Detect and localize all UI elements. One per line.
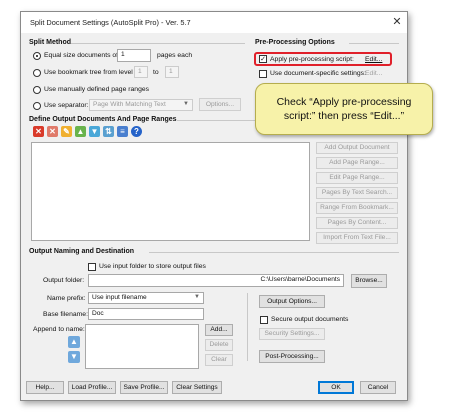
browse-button[interactable]: Browse... xyxy=(351,274,387,288)
radio-equal-size[interactable] xyxy=(33,52,41,60)
separator-select-value: Page With Matching Text xyxy=(93,101,166,108)
load-profile-button[interactable]: Load Profile... xyxy=(68,381,116,394)
separator-select[interactable]: Page With Matching Text ▼ xyxy=(89,99,193,111)
radio-separator[interactable] xyxy=(33,102,41,110)
naming-title: Output Naming and Destination xyxy=(29,248,134,255)
callout-line-2: script:” then press “Edit...” xyxy=(283,110,405,122)
separator-options-button[interactable]: Options... xyxy=(199,98,241,111)
secure-output-label: Secure output documents xyxy=(271,316,349,323)
base-filename-label: Base filename: xyxy=(43,311,88,318)
security-settings-button[interactable]: Security Settings... xyxy=(259,328,325,340)
divider xyxy=(71,43,245,44)
output-folder-label: Output folder: xyxy=(43,277,85,284)
import-from-text-file-button[interactable]: Import From Text File... xyxy=(316,232,398,244)
preprocessing-title: Pre-Processing Options xyxy=(255,39,335,46)
range-from-bookmark-button[interactable]: Range From Bookmark... xyxy=(316,202,398,214)
cancel-button[interactable]: Cancel xyxy=(360,381,396,394)
pages-each-label: pages each xyxy=(157,52,193,59)
collapse-icon[interactable]: ≡ xyxy=(117,126,128,137)
divider xyxy=(349,43,399,44)
sort-icon[interactable]: ⇅ xyxy=(103,126,114,137)
apply-script-checkbox[interactable]: ✓ xyxy=(259,55,267,63)
edit-page-range-button[interactable]: Edit Page Range... xyxy=(316,172,398,184)
title-bar: Split Document Settings (AutoSplit Pro) … xyxy=(21,12,407,33)
append-to-name-list[interactable] xyxy=(85,324,199,369)
apply-script-edit-button[interactable]: Edit... xyxy=(365,56,382,63)
chevron-down-icon: ▼ xyxy=(194,294,200,300)
use-input-folder-checkbox[interactable] xyxy=(88,263,96,271)
delete-icon[interactable]: ✕ xyxy=(33,126,44,137)
divider xyxy=(149,252,399,253)
help-button[interactable]: Help... xyxy=(26,381,64,394)
edit-icon[interactable]: ✎ xyxy=(61,126,72,137)
doc-specific-label: Use document-specific settings: xyxy=(270,70,366,77)
apply-script-label: Apply pre-processing script: xyxy=(270,56,354,63)
help-icon[interactable]: ? xyxy=(131,126,142,137)
doc-specific-edit-button[interactable]: Edit... xyxy=(365,70,382,77)
append-clear-button[interactable]: Clear xyxy=(205,354,233,366)
name-prefix-select[interactable]: Use input filename ▼ xyxy=(88,292,204,304)
instruction-callout: Check “Apply pre-processing script:” the… xyxy=(255,83,433,135)
clear-settings-button[interactable]: Clear Settings xyxy=(172,381,222,394)
bookmark-to-input[interactable]: 1 xyxy=(165,66,179,78)
define-output-title: Define Output Documents And Page Ranges xyxy=(29,116,177,123)
pages-by-text-search-button[interactable]: Pages By Text Search... xyxy=(316,187,398,199)
manual-label: Use manually defined page ranges xyxy=(44,86,150,93)
output-options-button[interactable]: Output Options... xyxy=(259,295,325,308)
dialog-window: Split Document Settings (AutoSplit Pro) … xyxy=(20,11,408,401)
name-prefix-label: Name prefix: xyxy=(47,295,86,302)
add-page-range-button[interactable]: Add Page Range... xyxy=(316,157,398,169)
move-up-icon[interactable]: ▲ xyxy=(68,336,80,348)
move-up-icon[interactable]: ▲ xyxy=(75,126,86,137)
bookmark-to-label: to xyxy=(153,69,159,76)
equal-size-label: Equal size documents of xyxy=(44,52,119,59)
pages-by-content-button[interactable]: Pages By Content... xyxy=(316,217,398,229)
bookmark-label: Use bookmark tree from level xyxy=(44,69,133,76)
secure-output-checkbox[interactable] xyxy=(260,316,268,324)
divider xyxy=(247,293,248,361)
separator-label: Use separator: xyxy=(44,102,89,109)
post-processing-button[interactable]: Post-Processing... xyxy=(259,350,325,363)
use-input-folder-label: Use input folder to store output files xyxy=(99,263,206,270)
output-documents-list[interactable] xyxy=(31,142,310,241)
radio-bookmark[interactable] xyxy=(33,69,41,77)
pages-each-input[interactable]: 1 xyxy=(117,49,151,62)
name-prefix-value: Use input filename xyxy=(92,294,147,301)
chevron-down-icon: ▼ xyxy=(183,101,189,107)
save-profile-button[interactable]: Save Profile... xyxy=(120,381,168,394)
callout-line-1: Check “Apply pre-processing xyxy=(276,96,412,108)
append-add-button[interactable]: Add... xyxy=(205,324,233,336)
append-delete-button[interactable]: Delete xyxy=(205,339,233,351)
output-folder-input[interactable]: C:\Users\barne\Documents xyxy=(88,274,344,287)
doc-specific-checkbox[interactable] xyxy=(259,70,267,78)
split-method-title: Split Method xyxy=(29,39,71,46)
move-down-icon[interactable]: ▼ xyxy=(89,126,100,137)
bookmark-from-input[interactable]: 1 xyxy=(134,66,148,78)
append-to-name-label: Append to name: xyxy=(33,326,85,333)
output-toolbar: ✕ ✕ ✎ ▲ ▼ ⇅ ≡ ? xyxy=(30,125,160,138)
move-down-icon[interactable]: ▼ xyxy=(68,351,80,363)
base-filename-input[interactable]: Doc xyxy=(88,308,204,320)
delete-all-icon[interactable]: ✕ xyxy=(47,126,58,137)
ok-button[interactable]: OK xyxy=(318,381,354,394)
radio-manual[interactable] xyxy=(33,86,41,94)
window-title: Split Document Settings (AutoSplit Pro) … xyxy=(30,18,191,27)
add-output-document-button[interactable]: Add Output Document xyxy=(316,142,398,154)
close-icon[interactable]: ✕ xyxy=(390,15,404,29)
